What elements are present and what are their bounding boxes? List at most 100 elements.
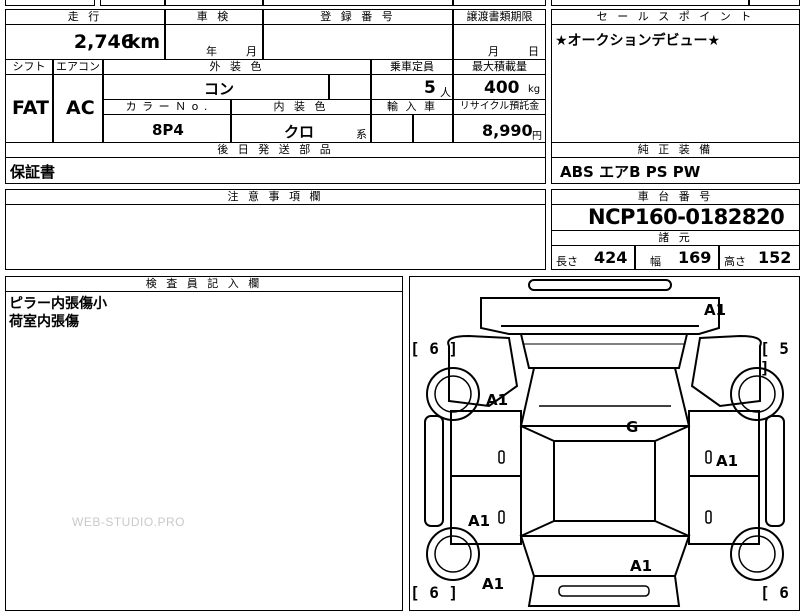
aircon-value: AC xyxy=(66,97,95,119)
bracket-bottom-right: [ 6 xyxy=(760,583,789,602)
car-diagram-panel: [ 6 ] [ 5 ] [ 6 ] [ 6 A1 A1 G A1 A1 A1 A… xyxy=(409,276,800,611)
equipment-cell: ABS エアB PS PW xyxy=(551,157,800,184)
inspector-line: 荷室内張傷 xyxy=(9,314,79,330)
dimension-height-label: 高さ xyxy=(724,255,746,268)
cabin-front xyxy=(519,367,691,427)
shaken-cell: 年 月 xyxy=(165,24,263,60)
transfer-month-unit: 月 xyxy=(488,45,499,58)
top-strip-cell xyxy=(551,0,749,6)
exterior-color-header: 外 装 色 xyxy=(103,59,371,75)
watermark-text: WEB-STUDIO.PRO xyxy=(72,515,186,529)
notes-cell xyxy=(5,204,546,270)
top-strip-cell xyxy=(165,0,263,6)
dimension-height-cell: 高さ 152 xyxy=(719,245,800,270)
mileage-value: 2,746 xyxy=(73,31,134,53)
recycle-header: リサイクル預託金 xyxy=(453,99,546,115)
mileage-unit: km xyxy=(127,31,160,53)
shift-header: シフト xyxy=(5,59,53,75)
aircon-header: エアコン xyxy=(53,59,103,75)
dimension-width-label: 幅 xyxy=(650,255,661,268)
capacity-value: 5 xyxy=(424,78,436,98)
color-no-header: カ ラ ー Ｎ o . xyxy=(103,99,231,115)
dimension-width-value: 169 xyxy=(678,248,712,267)
transfer-day-unit: 日 xyxy=(528,45,539,58)
damage-mark-left-rear: A1 xyxy=(482,575,505,593)
damage-mark-left-front-wheel: A1 xyxy=(486,391,509,409)
later-parts-header: 後 日 発 送 部 品 xyxy=(5,142,546,158)
max-load-cell: 400 kg xyxy=(453,74,546,100)
max-load-value: 400 xyxy=(484,78,520,98)
damage-mark-right-mid: A1 xyxy=(716,452,739,470)
interior-color-suffix: 系 xyxy=(356,128,367,141)
damage-mark-rear-center: A1 xyxy=(630,557,653,575)
inspector-line: ピラー内張傷小 xyxy=(9,296,107,312)
capacity-header: 乗車定員 xyxy=(371,59,453,75)
equipment-value: ABS エアB PS PW xyxy=(560,163,701,181)
interior-color-header: 内 装 色 xyxy=(231,99,371,115)
damage-mark-roof: G xyxy=(626,418,639,436)
registration-cell xyxy=(263,24,453,60)
inspector-cell: ピラー内張傷小 荷室内張傷 xyxy=(5,291,403,611)
rear-window xyxy=(519,535,691,577)
capacity-cell: 5 人 xyxy=(371,74,453,100)
notes-header: 注 意 事 項 欄 xyxy=(5,189,546,205)
shaken-month-unit: 月 xyxy=(246,45,257,58)
exterior-color-extra-cell xyxy=(329,74,371,100)
bracket-top-right: [ 5 ] xyxy=(760,339,789,377)
top-strip-cell xyxy=(453,0,546,6)
sales-point-header: セ ー ル ス ポ イ ン ト xyxy=(551,9,800,25)
shift-cell: FAT xyxy=(5,74,53,143)
sales-point-text: ★オークションデビュー★ xyxy=(555,33,721,49)
top-strip-cell xyxy=(5,0,95,6)
front-outline xyxy=(480,297,720,335)
interior-color-cell: クロ 系 xyxy=(231,114,371,143)
roof xyxy=(553,440,656,522)
recycle-cell: 8,990 円 xyxy=(453,114,546,143)
chassis-value: NCP160-0182820 xyxy=(588,205,785,229)
sales-point-cell: ★オークションデビュー★ xyxy=(551,24,800,143)
right-side-bar xyxy=(765,415,785,527)
mileage-cell: 2,746 km xyxy=(5,24,165,60)
capacity-unit: 人 xyxy=(440,86,451,99)
dimension-length-value: 424 xyxy=(594,248,628,267)
import-cell-a xyxy=(371,114,413,143)
bracket-bottom-left: [ 6 ] xyxy=(410,583,459,602)
left-front-door xyxy=(450,410,522,477)
windshield xyxy=(519,333,689,369)
dimension-length-label: 長さ xyxy=(556,255,578,268)
top-strip-cell xyxy=(263,0,453,6)
registration-header: 登 録 番 号 xyxy=(263,9,453,25)
import-cell-b xyxy=(413,114,453,143)
dimension-length-cell: 長さ 424 xyxy=(551,245,635,270)
car-diagram xyxy=(424,279,785,607)
bracket-top-left: [ 6 ] xyxy=(410,339,459,358)
color-no-cell: 8P4 xyxy=(103,114,231,143)
damage-mark-front-right: A1 xyxy=(704,301,727,319)
chassis-cell: NCP160-0182820 xyxy=(551,204,800,231)
inspector-header: 検 査 員 記 入 欄 xyxy=(5,276,403,292)
left-side-bar xyxy=(424,415,444,527)
later-parts-cell: 保証書 xyxy=(5,157,546,184)
aircon-cell: AC xyxy=(53,74,103,143)
max-load-header: 最大積載量 xyxy=(453,59,546,75)
dimension-height-value: 152 xyxy=(758,248,792,267)
later-parts-value: 保証書 xyxy=(10,163,56,181)
damage-mark-left-rear-door: A1 xyxy=(468,512,491,530)
transfer-header: 譲渡書類期限 xyxy=(453,9,546,25)
import-header: 輸 入 車 xyxy=(371,99,453,115)
shift-value: FAT xyxy=(12,97,49,119)
right-rear-door xyxy=(688,475,760,545)
interior-color-value: クロ xyxy=(284,123,315,141)
front-bumper-strip xyxy=(528,279,672,291)
right-front-fender xyxy=(690,334,762,408)
exterior-color-value: コン xyxy=(204,80,235,98)
color-no-value: 8P4 xyxy=(152,121,184,139)
top-strip-cell xyxy=(749,0,800,6)
shaken-year-unit: 年 xyxy=(206,45,217,58)
recycle-value: 8,990 xyxy=(482,121,533,140)
exterior-color-cell: コン xyxy=(103,74,329,100)
chassis-header: 車 台 番 号 xyxy=(551,189,800,205)
max-load-unit: kg xyxy=(528,84,541,95)
equipment-header: 純 正 装 備 xyxy=(551,142,800,158)
shaken-header: 車 検 xyxy=(165,9,263,25)
